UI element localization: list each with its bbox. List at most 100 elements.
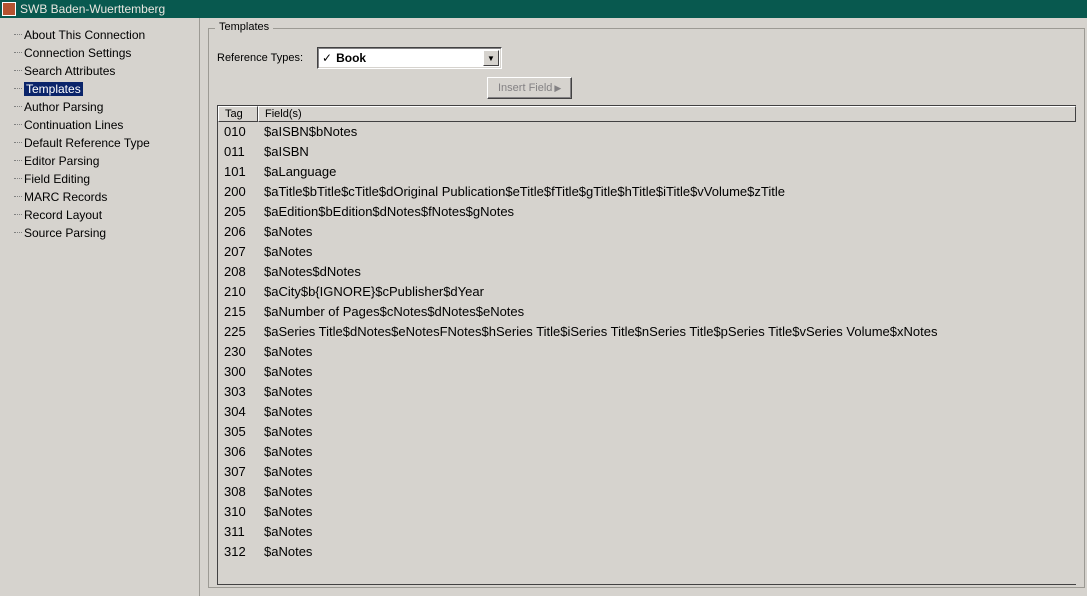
- window-titlebar[interactable]: SWB Baden-Wuerttemberg: [0, 0, 1087, 18]
- sidebar-item[interactable]: Author Parsing: [16, 98, 199, 116]
- table-row[interactable]: 307$aNotes: [218, 462, 1076, 482]
- table-row[interactable]: 230$aNotes: [218, 342, 1076, 362]
- cell-fields: $aNotes: [260, 502, 1076, 522]
- table-row[interactable]: 311$aNotes: [218, 522, 1076, 542]
- cell-tag: 312: [218, 542, 260, 562]
- table-row[interactable]: 304$aNotes: [218, 402, 1076, 422]
- template-table[interactable]: Tag Field(s) 010$aISBN$bNotes011$aISBN10…: [217, 105, 1076, 585]
- sidebar-item[interactable]: Field Editing: [16, 170, 199, 188]
- cell-tag: 225: [218, 322, 260, 342]
- cell-fields: $aNumber of Pages$cNotes$dNotes$eNotes: [260, 302, 1076, 322]
- cell-fields: $aNotes: [260, 482, 1076, 502]
- cell-fields: $aNotes: [260, 442, 1076, 462]
- table-row[interactable]: 210$aCity$b{IGNORE}$cPublisher$dYear: [218, 282, 1076, 302]
- cell-tag: 208: [218, 262, 260, 282]
- sidebar-item-label: Templates: [24, 82, 83, 96]
- sidebar-item-label: Author Parsing: [24, 100, 103, 114]
- templates-groupbox: Templates Reference Types: ✓ Book ▼ Inse…: [208, 28, 1085, 588]
- sidebar-item-label: MARC Records: [24, 190, 107, 204]
- table-body: 010$aISBN$bNotes011$aISBN101$aLanguage20…: [218, 122, 1076, 562]
- cell-tag: 304: [218, 402, 260, 422]
- sidebar-item[interactable]: MARC Records: [16, 188, 199, 206]
- cell-tag: 200: [218, 182, 260, 202]
- cell-fields: $aSeries Title$dNotes$eNotesFNotes$hSeri…: [260, 322, 1076, 342]
- cell-fields: $aNotes: [260, 522, 1076, 542]
- sidebar-item-label: Field Editing: [24, 172, 90, 186]
- table-row[interactable]: 312$aNotes: [218, 542, 1076, 562]
- chevron-right-icon: ▶: [554, 83, 561, 94]
- dropdown-value: Book: [336, 51, 483, 65]
- sidebar-item[interactable]: Record Layout: [16, 206, 199, 224]
- table-row[interactable]: 206$aNotes: [218, 222, 1076, 242]
- chevron-down-icon[interactable]: ▼: [483, 50, 499, 66]
- cell-fields: $aCity$b{IGNORE}$cPublisher$dYear: [260, 282, 1076, 302]
- table-row[interactable]: 101$aLanguage: [218, 162, 1076, 182]
- cell-fields: $aNotes: [260, 362, 1076, 382]
- sidebar-item-label: Connection Settings: [24, 46, 131, 60]
- cell-fields: $aNotes: [260, 542, 1076, 562]
- cell-tag: 011: [218, 142, 260, 162]
- table-row[interactable]: 310$aNotes: [218, 502, 1076, 522]
- cell-fields: $aLanguage: [260, 162, 1076, 182]
- cell-tag: 207: [218, 242, 260, 262]
- sidebar: About This Connection Connection Settings…: [0, 18, 200, 596]
- col-header-fields[interactable]: Field(s): [258, 106, 1076, 122]
- sidebar-item-label: Search Attributes: [24, 64, 115, 78]
- sidebar-item[interactable]: Default Reference Type: [16, 134, 199, 152]
- cell-tag: 206: [218, 222, 260, 242]
- cell-fields: $aNotes: [260, 462, 1076, 482]
- table-row[interactable]: 308$aNotes: [218, 482, 1076, 502]
- cell-fields: $aISBN$bNotes: [260, 122, 1076, 142]
- sidebar-item-label: Record Layout: [24, 208, 102, 222]
- cell-fields: $aNotes$dNotes: [260, 262, 1076, 282]
- app-icon: [2, 2, 16, 16]
- window-title: SWB Baden-Wuerttemberg: [20, 2, 165, 16]
- table-header: Tag Field(s): [218, 106, 1076, 122]
- cell-fields: $aNotes: [260, 242, 1076, 262]
- cell-fields: $aNotes: [260, 422, 1076, 442]
- table-row[interactable]: 225$aSeries Title$dNotes$eNotesFNotes$hS…: [218, 322, 1076, 342]
- table-row[interactable]: 215$aNumber of Pages$cNotes$dNotes$eNote…: [218, 302, 1076, 322]
- table-row[interactable]: 306$aNotes: [218, 442, 1076, 462]
- cell-tag: 205: [218, 202, 260, 222]
- sidebar-item[interactable]: About This Connection: [16, 26, 199, 44]
- table-row[interactable]: 205$aEdition$bEdition$dNotes$fNotes$gNot…: [218, 202, 1076, 222]
- sidebar-item[interactable]: Continuation Lines: [16, 116, 199, 134]
- sidebar-item-label: About This Connection: [24, 28, 145, 42]
- cell-tag: 210: [218, 282, 260, 302]
- cell-tag: 215: [218, 302, 260, 322]
- sidebar-item[interactable]: Templates: [16, 80, 199, 98]
- col-header-tag[interactable]: Tag: [218, 106, 258, 122]
- table-row[interactable]: 305$aNotes: [218, 422, 1076, 442]
- cell-tag: 101: [218, 162, 260, 182]
- reference-types-label: Reference Types:: [217, 52, 303, 64]
- cell-tag: 230: [218, 342, 260, 362]
- cell-tag: 010: [218, 122, 260, 142]
- table-row[interactable]: 207$aNotes: [218, 242, 1076, 262]
- sidebar-item[interactable]: Source Parsing: [16, 224, 199, 242]
- reference-type-dropdown[interactable]: ✓ Book ▼: [317, 47, 502, 69]
- table-row[interactable]: 300$aNotes: [218, 362, 1076, 382]
- sidebar-item-label: Default Reference Type: [24, 136, 150, 150]
- cell-tag: 305: [218, 422, 260, 442]
- sidebar-item-label: Editor Parsing: [24, 154, 99, 168]
- cell-tag: 308: [218, 482, 260, 502]
- table-row[interactable]: 200$aTitle$bTitle$cTitle$dOriginal Publi…: [218, 182, 1076, 202]
- cell-fields: $aNotes: [260, 222, 1076, 242]
- sidebar-item[interactable]: Editor Parsing: [16, 152, 199, 170]
- main-panel: Templates Reference Types: ✓ Book ▼ Inse…: [200, 18, 1087, 596]
- table-row[interactable]: 208$aNotes$dNotes: [218, 262, 1076, 282]
- cell-tag: 303: [218, 382, 260, 402]
- cell-fields: $aISBN: [260, 142, 1076, 162]
- sidebar-item[interactable]: Connection Settings: [16, 44, 199, 62]
- cell-fields: $aNotes: [260, 342, 1076, 362]
- insert-field-label: Insert Field: [498, 82, 552, 94]
- sidebar-tree: About This Connection Connection Settings…: [0, 26, 199, 242]
- table-row[interactable]: 011$aISBN: [218, 142, 1076, 162]
- table-row[interactable]: 303$aNotes: [218, 382, 1076, 402]
- table-row[interactable]: 010$aISBN$bNotes: [218, 122, 1076, 142]
- sidebar-item[interactable]: Search Attributes: [16, 62, 199, 80]
- check-icon: ✓: [322, 51, 332, 65]
- cell-tag: 310: [218, 502, 260, 522]
- insert-field-button: Insert Field ▶: [487, 77, 572, 99]
